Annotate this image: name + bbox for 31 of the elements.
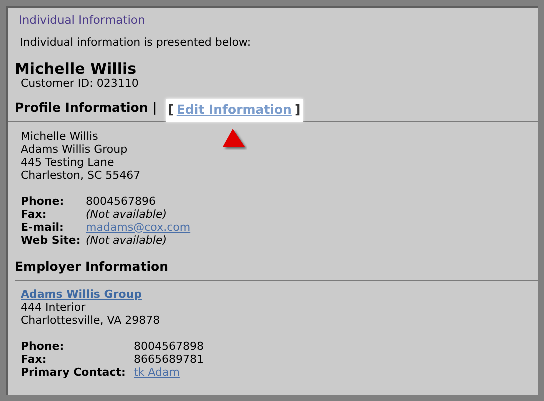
panel-title: Individual Information bbox=[19, 12, 146, 29]
address-line: Adams Willis Group bbox=[21, 142, 129, 156]
field-label: Web Site: bbox=[21, 234, 82, 246]
pointer-arrow-icon bbox=[220, 128, 247, 150]
field-label: Phone: bbox=[21, 340, 66, 354]
field-value: 8665689781 bbox=[134, 353, 204, 366]
address-line: 445 Testing Lane bbox=[21, 156, 116, 168]
customer-id: Customer ID: 023110 bbox=[21, 76, 140, 91]
field-value: (Not available) bbox=[86, 234, 168, 246]
section-heading: Employer Information bbox=[15, 258, 538, 282]
intro-text: Individual information is presented below: bbox=[20, 35, 252, 52]
field-link[interactable]: tk Adam bbox=[134, 366, 180, 380]
field-label: Primary Contact: bbox=[21, 366, 127, 380]
field-label: E-mail: bbox=[21, 220, 65, 234]
field-label: Fax: bbox=[21, 208, 48, 220]
address-line: Charleston, SC 55467 bbox=[21, 168, 141, 182]
field-label: Fax: bbox=[21, 353, 48, 366]
edit-information-link[interactable]: Edit Information bbox=[176, 100, 292, 120]
field-value: 8004567898 bbox=[134, 340, 204, 354]
field-link[interactable]: madams@cox.com bbox=[86, 220, 191, 234]
customer-name: Michelle Willis bbox=[15, 60, 138, 77]
bracket: ] bbox=[294, 100, 301, 119]
section-heading: Profile Information | bbox=[15, 98, 158, 117]
field-value: 8004567896 bbox=[86, 194, 156, 208]
address-line: 444 Interior bbox=[21, 301, 87, 314]
field-label: Phone: bbox=[21, 194, 66, 208]
address-line: Michelle Willis bbox=[21, 130, 100, 142]
company-link[interactable]: Adams Willis Group bbox=[21, 288, 142, 302]
field-value: (Not available) bbox=[86, 208, 168, 220]
address-line: Charlottesville, VA 29878 bbox=[21, 314, 162, 328]
bracket: [ bbox=[168, 100, 174, 119]
